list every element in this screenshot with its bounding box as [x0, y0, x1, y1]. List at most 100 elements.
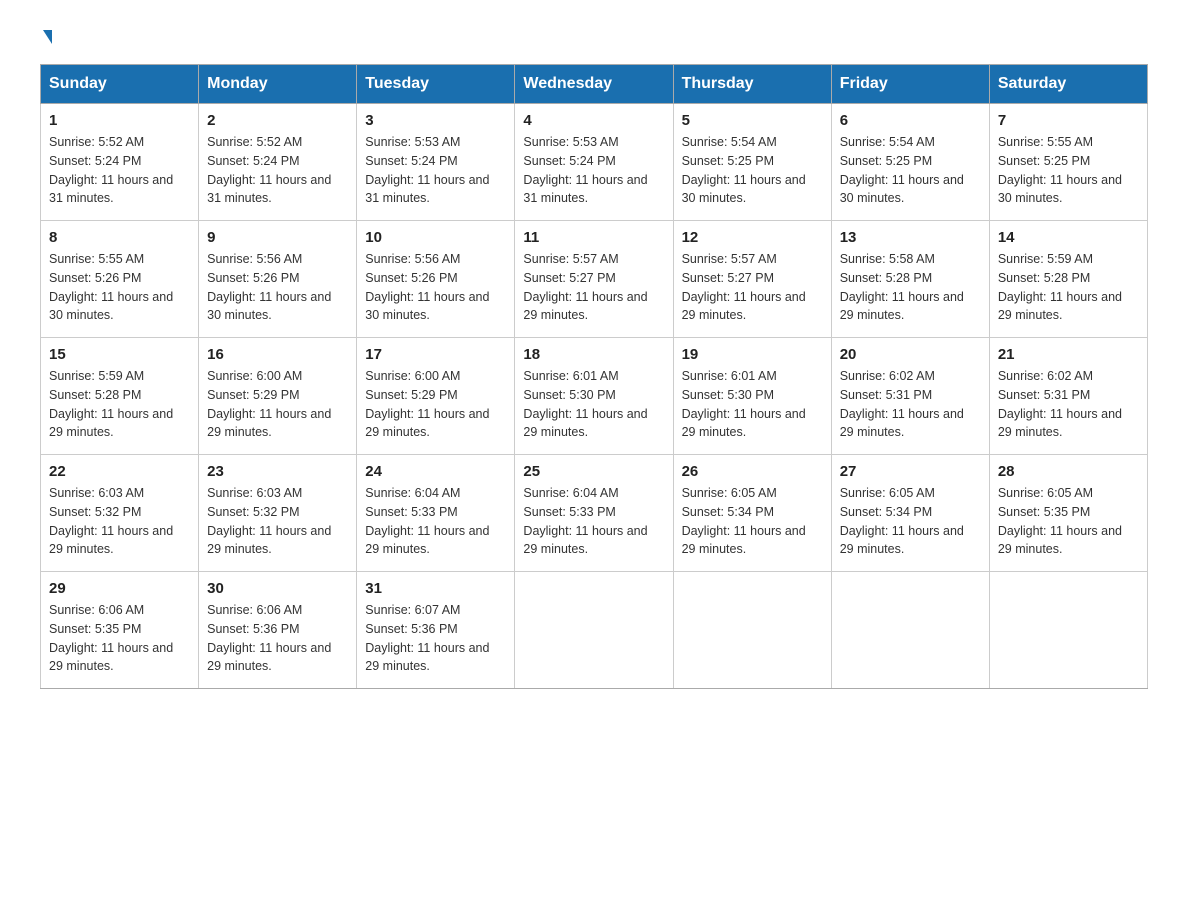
calendar-cell: 15 Sunrise: 5:59 AM Sunset: 5:28 PM Dayl…	[41, 338, 199, 455]
calendar-cell: 1 Sunrise: 5:52 AM Sunset: 5:24 PM Dayli…	[41, 104, 199, 221]
calendar-cell	[673, 572, 831, 689]
day-number: 17	[365, 346, 506, 363]
day-number: 10	[365, 229, 506, 246]
day-info: Sunrise: 6:04 AM Sunset: 5:33 PM Dayligh…	[523, 484, 664, 559]
day-number: 21	[998, 346, 1139, 363]
calendar-cell	[515, 572, 673, 689]
weekday-header-sunday: Sunday	[41, 65, 199, 104]
day-info: Sunrise: 5:52 AM Sunset: 5:24 PM Dayligh…	[49, 133, 190, 208]
day-number: 16	[207, 346, 348, 363]
logo-triangle-icon	[43, 30, 52, 44]
day-info: Sunrise: 6:00 AM Sunset: 5:29 PM Dayligh…	[365, 367, 506, 442]
calendar-cell: 19 Sunrise: 6:01 AM Sunset: 5:30 PM Dayl…	[673, 338, 831, 455]
calendar-cell: 22 Sunrise: 6:03 AM Sunset: 5:32 PM Dayl…	[41, 455, 199, 572]
day-number: 30	[207, 580, 348, 597]
calendar-cell	[989, 572, 1147, 689]
calendar-header-row: SundayMondayTuesdayWednesdayThursdayFrid…	[41, 65, 1148, 104]
calendar-cell: 29 Sunrise: 6:06 AM Sunset: 5:35 PM Dayl…	[41, 572, 199, 689]
day-number: 8	[49, 229, 190, 246]
day-number: 31	[365, 580, 506, 597]
day-info: Sunrise: 6:05 AM Sunset: 5:34 PM Dayligh…	[840, 484, 981, 559]
calendar-week-5: 29 Sunrise: 6:06 AM Sunset: 5:35 PM Dayl…	[41, 572, 1148, 689]
day-info: Sunrise: 6:01 AM Sunset: 5:30 PM Dayligh…	[682, 367, 823, 442]
weekday-header-tuesday: Tuesday	[357, 65, 515, 104]
calendar-cell	[831, 572, 989, 689]
day-number: 24	[365, 463, 506, 480]
calendar-cell: 14 Sunrise: 5:59 AM Sunset: 5:28 PM Dayl…	[989, 221, 1147, 338]
day-info: Sunrise: 6:01 AM Sunset: 5:30 PM Dayligh…	[523, 367, 664, 442]
calendar-cell: 21 Sunrise: 6:02 AM Sunset: 5:31 PM Dayl…	[989, 338, 1147, 455]
day-number: 26	[682, 463, 823, 480]
day-info: Sunrise: 6:06 AM Sunset: 5:36 PM Dayligh…	[207, 601, 348, 676]
day-info: Sunrise: 6:05 AM Sunset: 5:35 PM Dayligh…	[998, 484, 1139, 559]
weekday-header-saturday: Saturday	[989, 65, 1147, 104]
day-number: 15	[49, 346, 190, 363]
day-info: Sunrise: 5:56 AM Sunset: 5:26 PM Dayligh…	[365, 250, 506, 325]
calendar-cell: 10 Sunrise: 5:56 AM Sunset: 5:26 PM Dayl…	[357, 221, 515, 338]
calendar-cell: 7 Sunrise: 5:55 AM Sunset: 5:25 PM Dayli…	[989, 104, 1147, 221]
day-number: 5	[682, 112, 823, 129]
day-info: Sunrise: 5:53 AM Sunset: 5:24 PM Dayligh…	[523, 133, 664, 208]
day-number: 12	[682, 229, 823, 246]
calendar-cell: 3 Sunrise: 5:53 AM Sunset: 5:24 PM Dayli…	[357, 104, 515, 221]
day-number: 20	[840, 346, 981, 363]
day-number: 4	[523, 112, 664, 129]
day-number: 19	[682, 346, 823, 363]
weekday-header-friday: Friday	[831, 65, 989, 104]
day-number: 22	[49, 463, 190, 480]
calendar-week-4: 22 Sunrise: 6:03 AM Sunset: 5:32 PM Dayl…	[41, 455, 1148, 572]
calendar-cell: 26 Sunrise: 6:05 AM Sunset: 5:34 PM Dayl…	[673, 455, 831, 572]
day-info: Sunrise: 6:07 AM Sunset: 5:36 PM Dayligh…	[365, 601, 506, 676]
day-number: 13	[840, 229, 981, 246]
calendar-cell: 11 Sunrise: 5:57 AM Sunset: 5:27 PM Dayl…	[515, 221, 673, 338]
day-info: Sunrise: 6:02 AM Sunset: 5:31 PM Dayligh…	[998, 367, 1139, 442]
day-number: 2	[207, 112, 348, 129]
calendar-cell: 28 Sunrise: 6:05 AM Sunset: 5:35 PM Dayl…	[989, 455, 1147, 572]
day-number: 7	[998, 112, 1139, 129]
calendar-cell: 17 Sunrise: 6:00 AM Sunset: 5:29 PM Dayl…	[357, 338, 515, 455]
weekday-header-monday: Monday	[199, 65, 357, 104]
calendar-cell: 4 Sunrise: 5:53 AM Sunset: 5:24 PM Dayli…	[515, 104, 673, 221]
day-number: 18	[523, 346, 664, 363]
calendar-cell: 2 Sunrise: 5:52 AM Sunset: 5:24 PM Dayli…	[199, 104, 357, 221]
day-number: 28	[998, 463, 1139, 480]
calendar-cell: 24 Sunrise: 6:04 AM Sunset: 5:33 PM Dayl…	[357, 455, 515, 572]
day-number: 27	[840, 463, 981, 480]
day-info: Sunrise: 5:55 AM Sunset: 5:26 PM Dayligh…	[49, 250, 190, 325]
calendar-cell: 31 Sunrise: 6:07 AM Sunset: 5:36 PM Dayl…	[357, 572, 515, 689]
calendar-cell: 27 Sunrise: 6:05 AM Sunset: 5:34 PM Dayl…	[831, 455, 989, 572]
calendar-week-3: 15 Sunrise: 5:59 AM Sunset: 5:28 PM Dayl…	[41, 338, 1148, 455]
calendar-cell: 6 Sunrise: 5:54 AM Sunset: 5:25 PM Dayli…	[831, 104, 989, 221]
logo	[40, 30, 52, 44]
day-info: Sunrise: 6:00 AM Sunset: 5:29 PM Dayligh…	[207, 367, 348, 442]
day-info: Sunrise: 5:54 AM Sunset: 5:25 PM Dayligh…	[840, 133, 981, 208]
day-number: 23	[207, 463, 348, 480]
calendar-cell: 16 Sunrise: 6:00 AM Sunset: 5:29 PM Dayl…	[199, 338, 357, 455]
day-info: Sunrise: 5:55 AM Sunset: 5:25 PM Dayligh…	[998, 133, 1139, 208]
calendar-cell: 20 Sunrise: 6:02 AM Sunset: 5:31 PM Dayl…	[831, 338, 989, 455]
calendar-cell: 13 Sunrise: 5:58 AM Sunset: 5:28 PM Dayl…	[831, 221, 989, 338]
day-info: Sunrise: 5:56 AM Sunset: 5:26 PM Dayligh…	[207, 250, 348, 325]
calendar-table: SundayMondayTuesdayWednesdayThursdayFrid…	[40, 64, 1148, 689]
calendar-cell: 23 Sunrise: 6:03 AM Sunset: 5:32 PM Dayl…	[199, 455, 357, 572]
day-info: Sunrise: 6:04 AM Sunset: 5:33 PM Dayligh…	[365, 484, 506, 559]
day-number: 9	[207, 229, 348, 246]
day-number: 14	[998, 229, 1139, 246]
weekday-header-wednesday: Wednesday	[515, 65, 673, 104]
day-info: Sunrise: 5:57 AM Sunset: 5:27 PM Dayligh…	[523, 250, 664, 325]
day-info: Sunrise: 6:06 AM Sunset: 5:35 PM Dayligh…	[49, 601, 190, 676]
page-header	[40, 30, 1148, 44]
calendar-cell: 9 Sunrise: 5:56 AM Sunset: 5:26 PM Dayli…	[199, 221, 357, 338]
calendar-cell: 8 Sunrise: 5:55 AM Sunset: 5:26 PM Dayli…	[41, 221, 199, 338]
calendar-cell: 12 Sunrise: 5:57 AM Sunset: 5:27 PM Dayl…	[673, 221, 831, 338]
day-info: Sunrise: 6:02 AM Sunset: 5:31 PM Dayligh…	[840, 367, 981, 442]
day-info: Sunrise: 5:59 AM Sunset: 5:28 PM Dayligh…	[998, 250, 1139, 325]
day-number: 11	[523, 229, 664, 246]
day-number: 6	[840, 112, 981, 129]
calendar-week-2: 8 Sunrise: 5:55 AM Sunset: 5:26 PM Dayli…	[41, 221, 1148, 338]
day-number: 25	[523, 463, 664, 480]
day-number: 1	[49, 112, 190, 129]
day-info: Sunrise: 5:53 AM Sunset: 5:24 PM Dayligh…	[365, 133, 506, 208]
calendar-cell: 5 Sunrise: 5:54 AM Sunset: 5:25 PM Dayli…	[673, 104, 831, 221]
day-info: Sunrise: 5:52 AM Sunset: 5:24 PM Dayligh…	[207, 133, 348, 208]
